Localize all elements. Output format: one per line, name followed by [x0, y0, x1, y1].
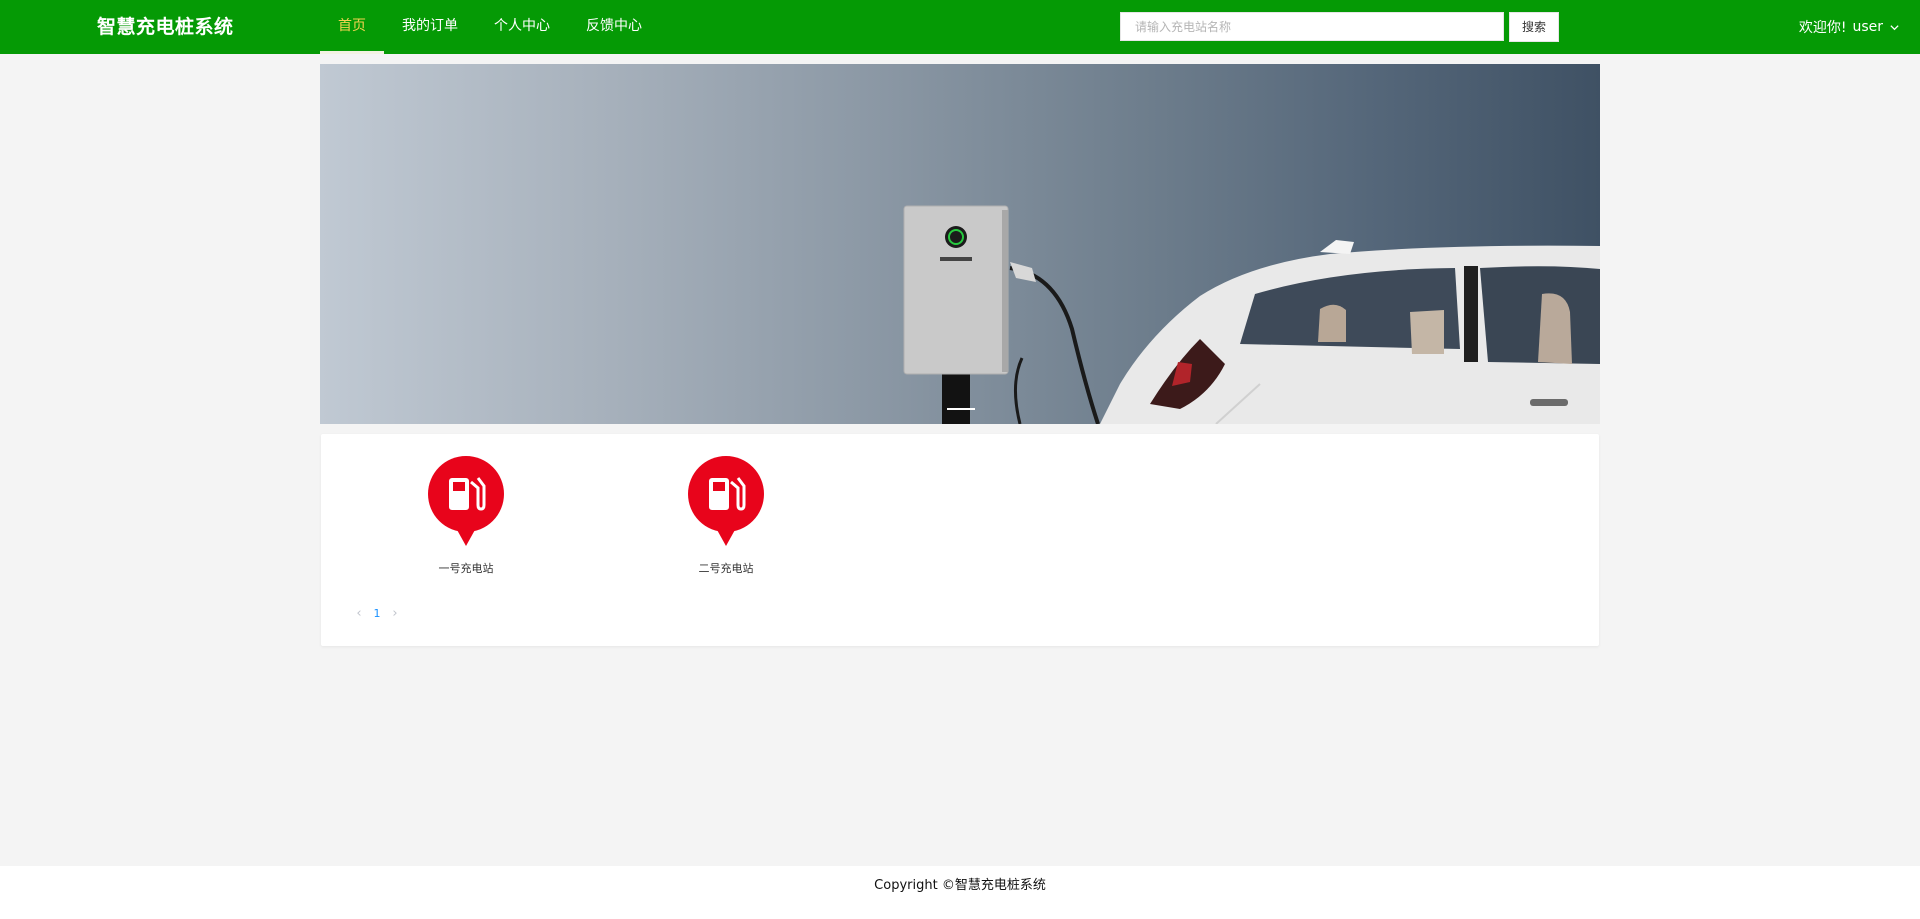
nav-item-profile[interactable]: 个人中心	[476, 0, 568, 54]
main-nav: 首页 我的订单 个人中心 反馈中心	[320, 0, 660, 54]
station-card[interactable]: 二号充电站	[666, 456, 786, 576]
site-title: 智慧充电桩系统	[97, 16, 234, 38]
station-name: 一号充电站	[438, 562, 494, 575]
stations-panel: 一号充电站 二号充电站 ‹ 1 ›	[321, 434, 1599, 646]
carousel-indicator[interactable]	[947, 408, 975, 410]
chevron-right-icon[interactable]: ›	[385, 606, 405, 621]
greeting-text: 欢迎你!	[1798, 20, 1847, 36]
fuel-pump-pin-icon	[688, 456, 764, 546]
search-button[interactable]: 搜索	[1509, 12, 1559, 42]
user-menu[interactable]: 欢迎你! user	[1799, 0, 1900, 54]
chevron-down-icon	[1890, 24, 1899, 30]
nav-item-feedback[interactable]: 反馈中心	[568, 0, 660, 54]
search-input[interactable]	[1120, 12, 1504, 41]
chevron-left-icon[interactable]: ‹	[349, 606, 369, 621]
username: user	[1852, 19, 1883, 35]
copyright-text: Copyright ©智慧充电桩系统	[874, 878, 1046, 893]
station-card[interactable]: 一号充电站	[406, 456, 526, 576]
fuel-pump-pin-icon	[428, 456, 504, 546]
ev-charging-banner-image	[903, 205, 1600, 424]
banner-carousel[interactable]	[320, 64, 1600, 424]
page-number[interactable]: 1	[369, 607, 385, 620]
pagination: ‹ 1 ›	[349, 606, 405, 621]
nav-item-home[interactable]: 首页	[320, 0, 384, 54]
footer: Copyright ©智慧充电桩系统	[0, 866, 1920, 919]
nav-item-my-orders[interactable]: 我的订单	[384, 0, 476, 54]
station-name: 二号充电站	[698, 562, 754, 575]
top-navbar: 智慧充电桩系统 首页 我的订单 个人中心 反馈中心 搜索 欢迎你! user	[0, 0, 1920, 54]
